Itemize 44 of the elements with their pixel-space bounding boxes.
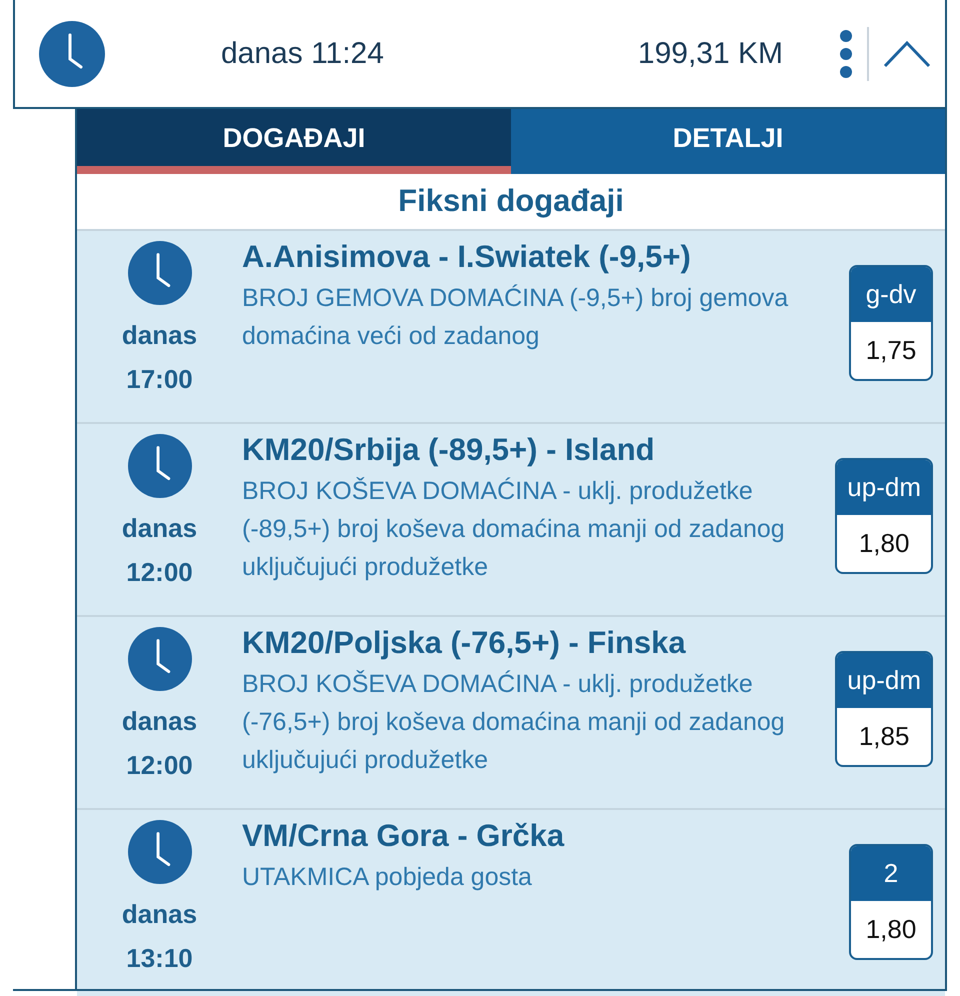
odds-value: 1,80 bbox=[864, 913, 918, 946]
odds-value: 1,80 bbox=[858, 527, 910, 560]
bet-type: 2 bbox=[851, 846, 931, 901]
odds-value: 1,85 bbox=[858, 720, 910, 753]
tab[interactable]: DETALJI bbox=[511, 109, 945, 174]
event-time: 17:00 bbox=[126, 363, 193, 396]
odds-value: 1,75 bbox=[864, 334, 918, 367]
event-row[interactable]: danas 17:00 A.Anisimova - I.Swiatek (-9,5+) BROJ GEMOVA DOMAĆINA (-9,5+) broj gemova domaćina veći od zadanog g-dv 1,75 bbox=[77, 231, 945, 424]
amount-text: 199,31 KM bbox=[638, 36, 783, 72]
bet-type: up-dm bbox=[837, 460, 931, 515]
event-day: danas bbox=[122, 699, 198, 743]
odds-badge[interactable]: g-dv 1,75 bbox=[849, 265, 933, 381]
event-title: KM20/Poljska (-76,5+) - Finska bbox=[242, 624, 687, 662]
odds-badge[interactable]: up-dm 1,80 bbox=[835, 458, 933, 574]
event-description: BROJ KOŠEVA DOMAĆINA - uklj. produžetke (-76,5+) broj koševa domaćina manji od zadanog uključujući produžetke bbox=[242, 669, 786, 776]
section-title: Fiksni događaji bbox=[398, 182, 624, 220]
event-title: A.Anisimova - I.Swiatek (-9,5+) bbox=[242, 238, 692, 276]
event-day: danas bbox=[122, 892, 198, 936]
clock-icon bbox=[128, 820, 192, 884]
event-row[interactable]: danas 12:00 KM20/Srbija (-89,5+) - Island BROJ KOŠEVA DOMAĆINA - uklj. produžetke (-89,5+) broj koševa domaćina manji od zadanog uključujući produžetke up-dm 1,80 bbox=[77, 424, 945, 617]
event-title: VM/Crna Gora - Grčka bbox=[242, 817, 566, 855]
time-text: danas 11:24 bbox=[221, 36, 384, 72]
event-description: BROJ KOŠEVA DOMAĆINA - uklj. produžetke (-89,5+) broj koševa domaćina manji od zadanog uključujući produžetke bbox=[242, 476, 786, 583]
clock-icon bbox=[128, 241, 192, 305]
bet-type: g-dv bbox=[851, 267, 931, 322]
event-row[interactable]: danas 13:10 VM/Crna Gora - Grčka UTAKMICA pobjeda gosta 2 1,80 bbox=[77, 810, 945, 996]
tab[interactable]: DOGAĐAJI bbox=[77, 109, 511, 174]
event-description: UTAKMICA pobjeda gosta bbox=[242, 862, 533, 893]
more-icon[interactable] bbox=[839, 28, 853, 78]
event-day: danas bbox=[122, 313, 198, 357]
collapse-icon[interactable] bbox=[883, 38, 931, 68]
event-day: danas bbox=[122, 506, 198, 550]
event-title: KM20/Srbija (-89,5+) - Island bbox=[242, 431, 656, 469]
event-description: BROJ GEMOVA DOMAĆINA (-9,5+) broj gemova domaćina veći od zadanog bbox=[242, 283, 790, 352]
event-row[interactable]: danas 12:00 KM20/Poljska (-76,5+) - Finska BROJ KOŠEVA DOMAĆINA - uklj. produžetke (-76,5+) broj koševa domaćina manji od zadanog uključujući produžetke up-dm 1,85 bbox=[77, 617, 945, 810]
event-time: 12:00 bbox=[126, 749, 193, 782]
odds-badge[interactable]: up-dm 1,85 bbox=[835, 651, 933, 767]
bet-type: up-dm bbox=[837, 653, 931, 708]
clock-icon bbox=[128, 627, 192, 691]
event-time: 13:10 bbox=[126, 942, 193, 975]
odds-badge[interactable]: 2 1,80 bbox=[849, 844, 933, 960]
clock-icon bbox=[39, 20, 105, 86]
event-time: 12:00 bbox=[126, 556, 193, 589]
clock-icon bbox=[128, 434, 192, 498]
